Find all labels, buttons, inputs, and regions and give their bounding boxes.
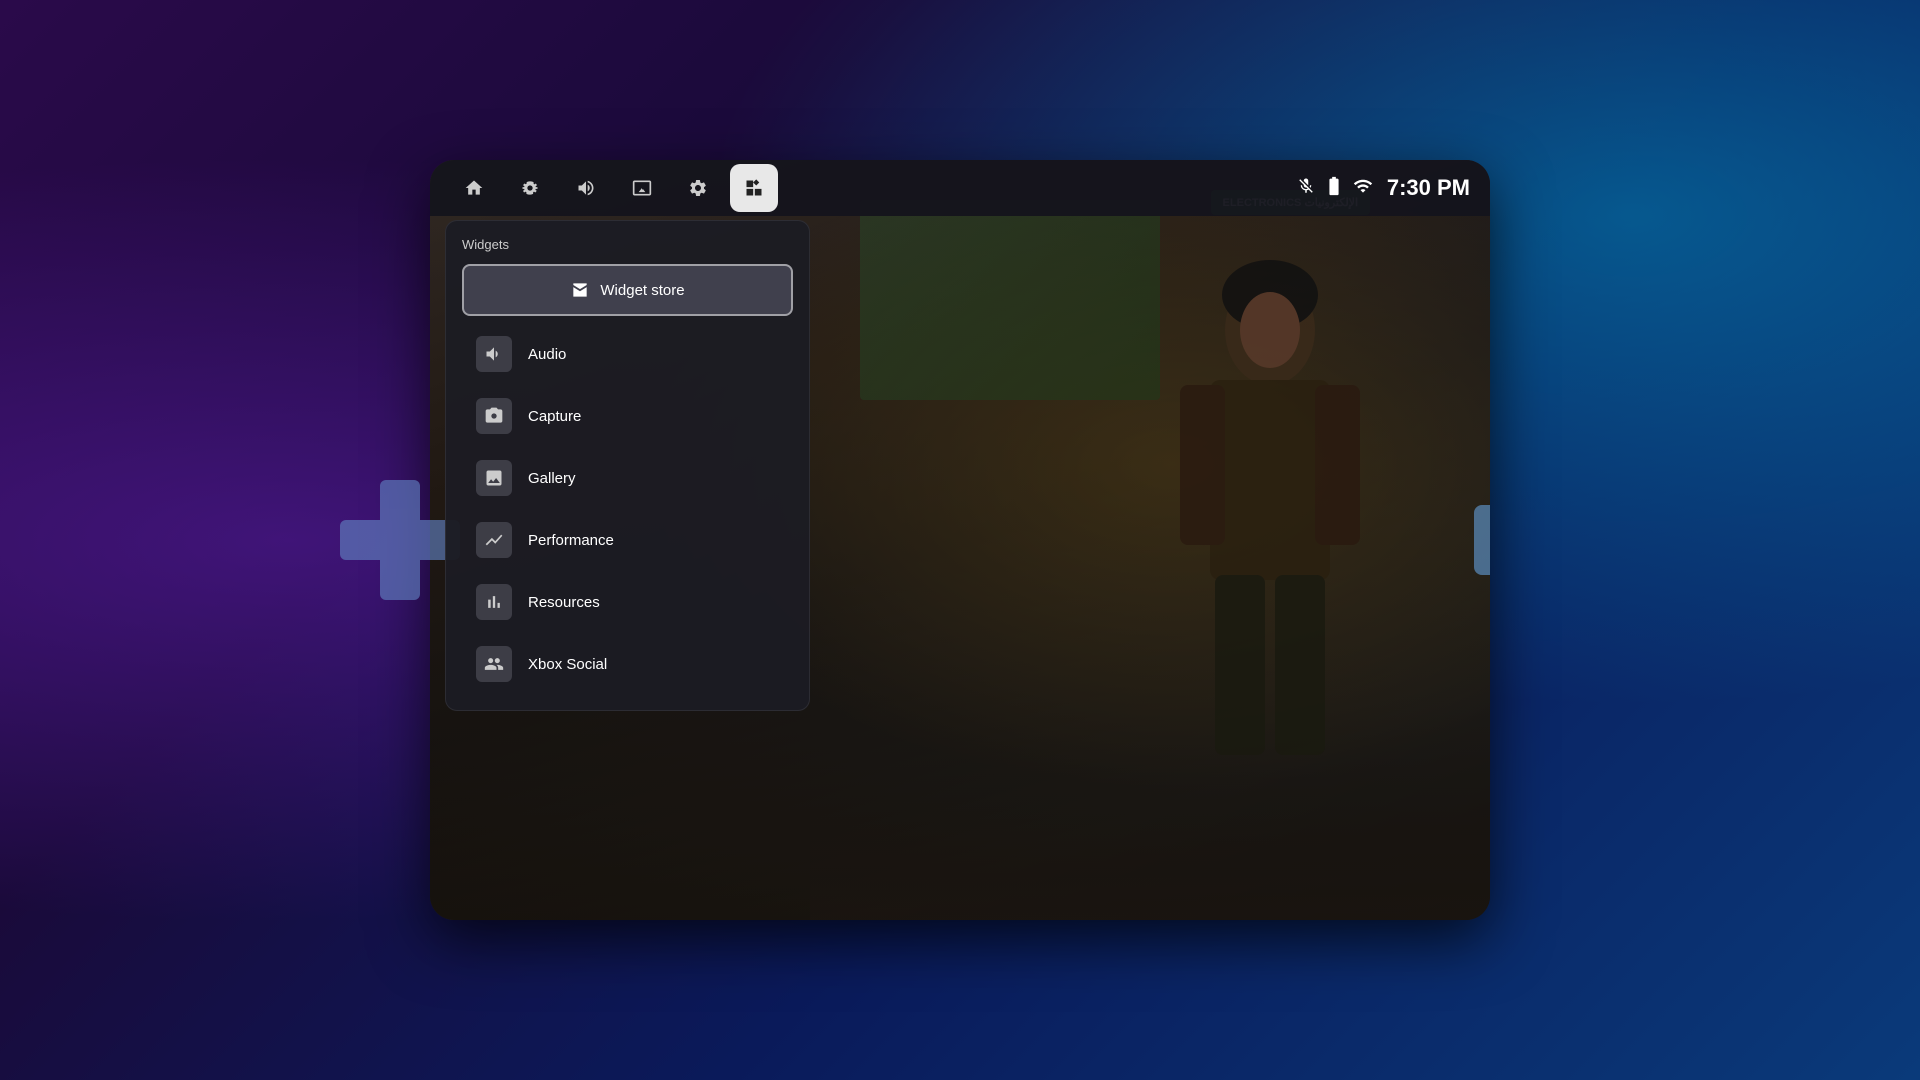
nav-home-button[interactable] — [450, 164, 498, 212]
bg-building — [860, 200, 1160, 400]
ground-shadow — [810, 800, 1490, 920]
bar-chart-icon — [484, 592, 504, 612]
nav-gallery-button[interactable] — [618, 164, 666, 212]
audio-icon — [576, 178, 596, 198]
performance-widget-label: Performance — [528, 532, 614, 549]
widget-store-label: Widget store — [600, 282, 684, 299]
gallery-widget-label: Gallery — [528, 470, 576, 487]
nav-icons — [450, 164, 778, 212]
device-frame: ELECTRONICS الإلكترونيات — [430, 160, 1490, 920]
camera-icon — [484, 406, 504, 426]
top-navbar: 7:30 PM — [430, 160, 1490, 216]
widget-item-audio[interactable]: Audio — [462, 324, 793, 384]
widget-list: Audio Capture Gallery P — [462, 324, 793, 694]
xbox-social-widget-icon — [476, 646, 512, 682]
resources-widget-icon — [476, 584, 512, 620]
nav-widgets-button[interactable] — [730, 164, 778, 212]
people-icon — [484, 654, 504, 674]
audio-widget-icon — [476, 336, 512, 372]
gallery-widget-icon — [476, 460, 512, 496]
side-tab[interactable] — [1474, 505, 1490, 575]
widget-item-xbox-social[interactable]: Xbox Social — [462, 634, 793, 694]
widget-item-capture[interactable]: Capture — [462, 386, 793, 446]
performance-icon — [484, 530, 504, 550]
nav-settings-button[interactable] — [674, 164, 722, 212]
widget-item-performance[interactable]: Performance — [462, 510, 793, 570]
store-icon — [570, 280, 590, 300]
capture-icon — [520, 178, 540, 198]
status-icons — [1297, 175, 1373, 202]
xbox-cross — [340, 480, 460, 600]
home-icon — [464, 178, 484, 198]
nav-capture-button[interactable] — [506, 164, 554, 212]
battery-icon — [1323, 175, 1345, 202]
capture-widget-icon — [476, 398, 512, 434]
status-area: 7:30 PM — [1297, 175, 1470, 202]
gallery-widget-svg — [484, 468, 504, 488]
resources-widget-label: Resources — [528, 594, 600, 611]
settings-icon — [688, 178, 708, 198]
widget-item-resources[interactable]: Resources — [462, 572, 793, 632]
xbox-social-widget-label: Xbox Social — [528, 656, 607, 673]
gallery-icon — [632, 178, 652, 198]
nav-audio-button[interactable] — [562, 164, 610, 212]
performance-widget-icon — [476, 522, 512, 558]
widgets-section-label: Widgets — [462, 237, 793, 252]
widget-panel: Widgets Widget store Audio Capture — [445, 220, 810, 711]
time-display: 7:30 PM — [1387, 175, 1470, 201]
audio-widget-label: Audio — [528, 346, 566, 363]
widget-item-gallery[interactable]: Gallery — [462, 448, 793, 508]
widgets-icon — [744, 178, 764, 198]
widget-store-button[interactable]: Widget store — [462, 264, 793, 316]
capture-widget-label: Capture — [528, 408, 581, 425]
speaker-icon — [484, 344, 504, 364]
wifi-icon — [1353, 176, 1373, 201]
mic-mute-icon — [1297, 177, 1315, 200]
